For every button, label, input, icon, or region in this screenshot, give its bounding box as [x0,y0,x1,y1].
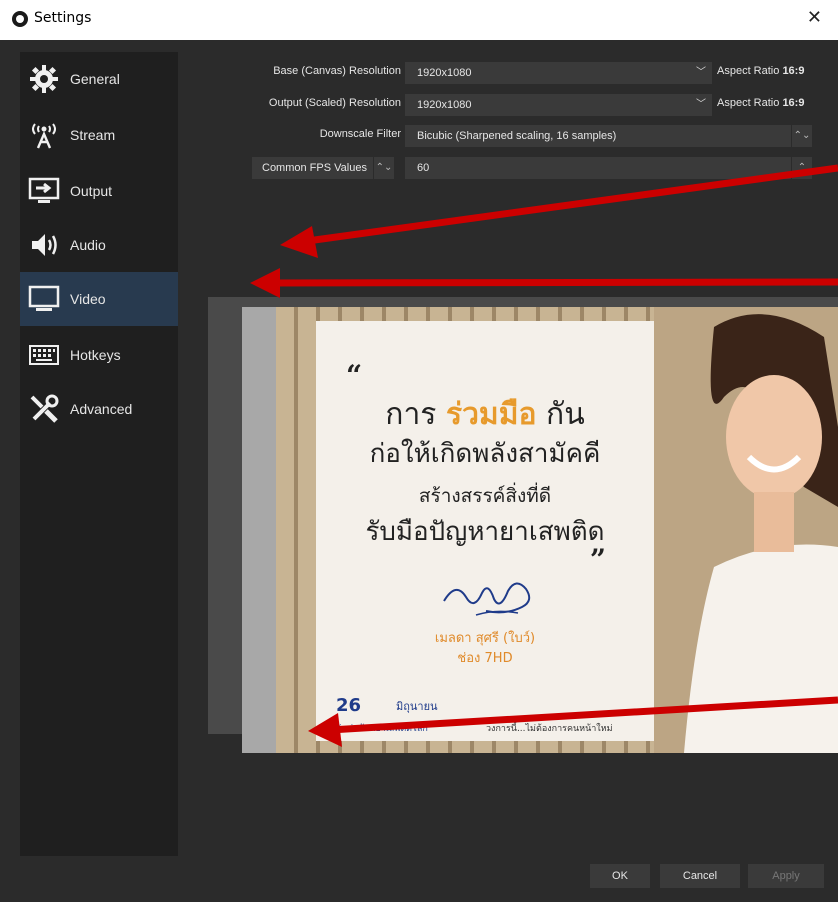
annotation-arrows [250,164,838,747]
settings-window: Settings ✕ General Stream Output Audio V… [0,0,838,902]
red-arrow-top [280,164,838,258]
red-arrow-bottom [308,696,838,747]
red-arrow-middle [250,268,838,298]
